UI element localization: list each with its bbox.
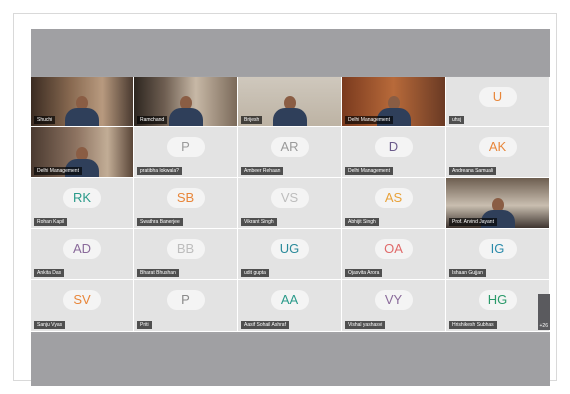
participant-tile[interactable]: AK Andreana Samuali	[446, 127, 550, 178]
participant-tile[interactable]: Delhi Management	[342, 77, 446, 127]
participant-name: Brijesh	[241, 116, 263, 124]
participant-avatar: SB	[166, 188, 205, 208]
participant-tile[interactable]: UG udit gupta	[238, 229, 342, 280]
participant-video-person	[65, 96, 99, 126]
participant-tile[interactable]: Delhi Management	[31, 127, 134, 178]
participant-tile[interactable]: Shuchi	[31, 77, 134, 127]
participant-name: Shuchi	[34, 116, 56, 124]
participant-tile[interactable]: Prof. Arvind Jayant	[446, 178, 550, 229]
participant-name: Hrishikesh Subhas	[449, 321, 497, 329]
participant-name: Prof. Arvind Jayant	[449, 218, 497, 226]
participant-name: Bharat Bhushan	[137, 269, 179, 277]
participant-avatar: AA	[270, 290, 309, 310]
participant-video-person	[272, 96, 307, 126]
participant-avatar: VS	[270, 188, 309, 208]
participant-tile[interactable]: P Priti	[134, 280, 238, 332]
participant-tile[interactable]: AR Ambeer Rehaan	[238, 127, 342, 178]
participant-avatar: AD	[63, 239, 101, 259]
participant-tile[interactable]: VY Vishal yashasvi	[342, 280, 446, 332]
participant-avatar: VY	[374, 290, 413, 310]
participant-avatar: HG	[478, 290, 517, 310]
participant-avatar: U	[478, 87, 517, 107]
participant-name: pratibha lokwala?	[137, 167, 182, 175]
participant-tile[interactable]: AD Ankita Das	[31, 229, 134, 280]
participant-avatar: AR	[270, 137, 309, 157]
participant-tile[interactable]: BB Bharat Bhushan	[134, 229, 238, 280]
participant-avatar: D	[374, 137, 413, 157]
participant-name: Delhi Management	[345, 167, 393, 175]
participant-avatar: IG	[478, 239, 517, 259]
participant-name: Delhi Management	[34, 167, 82, 175]
meeting-top-bar	[31, 29, 550, 76]
meeting-bottom-bar	[31, 334, 550, 386]
participant-name: Andreana Samuali	[449, 167, 497, 175]
participant-avatar: P	[166, 290, 205, 310]
participant-avatar: OA	[374, 239, 413, 259]
participant-tile[interactable]: HG Hrishikesh Subhas	[446, 280, 550, 332]
participant-name: Vishal yashasvi	[345, 321, 386, 329]
participant-name: Ramchand	[137, 116, 168, 124]
participant-name: Sanju Vyas	[34, 321, 66, 329]
participant-tile[interactable]: AA Aasif Sohail Ashraf	[238, 280, 342, 332]
participant-name: udit gupta	[241, 269, 269, 277]
participant-avatar: P	[166, 137, 205, 157]
participant-tile[interactable]: RK Rohan Kapil	[31, 178, 134, 229]
participant-tile[interactable]: VS Vikrant Singh	[238, 178, 342, 229]
participant-name: uhsj	[449, 116, 465, 124]
participant-tile[interactable]: IG Ishaan Gujjan	[446, 229, 550, 280]
participant-avatar: SV	[63, 290, 101, 310]
participant-avatar: UG	[270, 239, 309, 259]
participant-name: Ankita Das	[34, 269, 65, 277]
participant-name: Ishaan Gujjan	[449, 269, 486, 277]
participant-gallery: Shuchi Ramchand Brijesh Delhi Management Uuh…	[31, 77, 550, 332]
participant-tile[interactable]: Ppratibha lokwala?	[134, 127, 238, 178]
participant-avatar: AK	[478, 137, 517, 157]
participant-name: Ojasvita Arora	[345, 269, 383, 277]
more-participants-label: +26	[539, 323, 548, 329]
participant-tile[interactable]: D Delhi Management	[342, 127, 446, 178]
participant-video-person	[168, 96, 203, 126]
participant-avatar: AS	[374, 188, 413, 208]
participant-name: Rohan Kapil	[34, 218, 68, 226]
participant-tile[interactable]: SB Swathra Banerjee	[134, 178, 238, 229]
participant-tile[interactable]: Ramchand	[134, 77, 238, 127]
participant-tile[interactable]: AS Abhijit Singh	[342, 178, 446, 229]
participant-tile[interactable]: OA Ojasvita Arora	[342, 229, 446, 280]
participant-tile[interactable]: Uuhsj	[446, 77, 550, 127]
participant-name: Ambeer Rehaan	[241, 167, 284, 175]
participant-tile[interactable]: SV Sanju Vyas	[31, 280, 134, 332]
participant-avatar: BB	[166, 239, 205, 259]
participant-name: Vikrant Singh	[241, 218, 277, 226]
participant-avatar: RK	[63, 188, 101, 208]
participant-tile[interactable]: Brijesh	[238, 77, 342, 127]
participant-name: Abhijit Singh	[345, 218, 379, 226]
meeting-window: Shuchi Ramchand Brijesh Delhi Management Uuh…	[31, 29, 550, 386]
participant-name: Priti	[137, 321, 152, 329]
participant-name: Swathra Banerjee	[137, 218, 183, 226]
participant-name: Aasif Sohail Ashraf	[241, 321, 289, 329]
participant-name: Delhi Management	[345, 116, 393, 124]
